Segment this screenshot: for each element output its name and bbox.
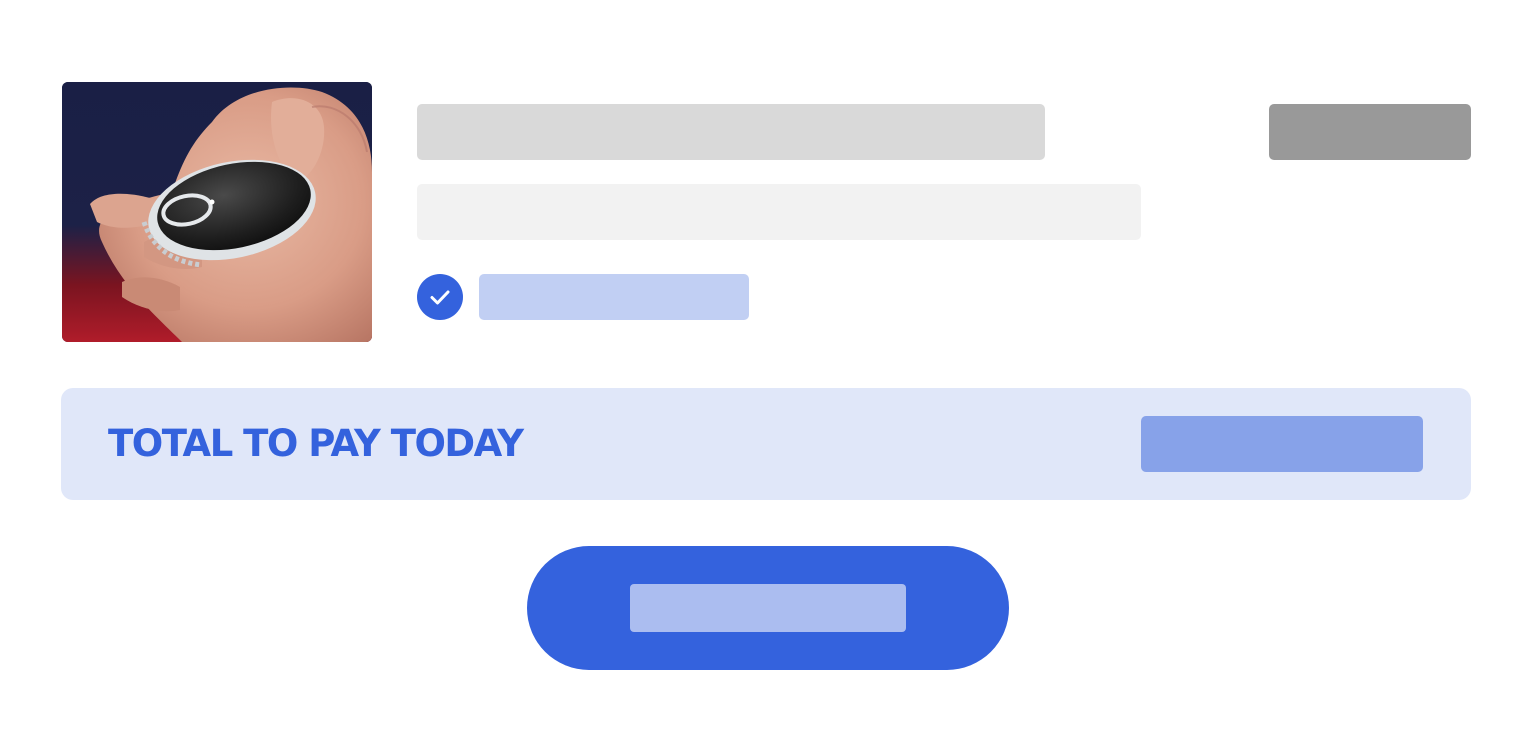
total-to-pay-bar: TOTAL TO PAY TODAY [61, 388, 1471, 500]
total-label: TOTAL TO PAY TODAY [108, 422, 524, 465]
checkout-button-label-placeholder [630, 584, 906, 632]
hand-holding-device-image [62, 82, 372, 342]
product-photo [62, 82, 372, 342]
checkmark-icon [417, 274, 463, 320]
checkout-summary-card: TOTAL TO PAY TODAY [0, 0, 1536, 740]
feature-text-placeholder [479, 274, 749, 320]
product-description-placeholder [417, 184, 1141, 240]
product-title-placeholder [417, 104, 1045, 160]
total-amount-placeholder [1141, 416, 1423, 472]
checkout-button[interactable] [527, 546, 1009, 670]
product-price-placeholder [1269, 104, 1471, 160]
